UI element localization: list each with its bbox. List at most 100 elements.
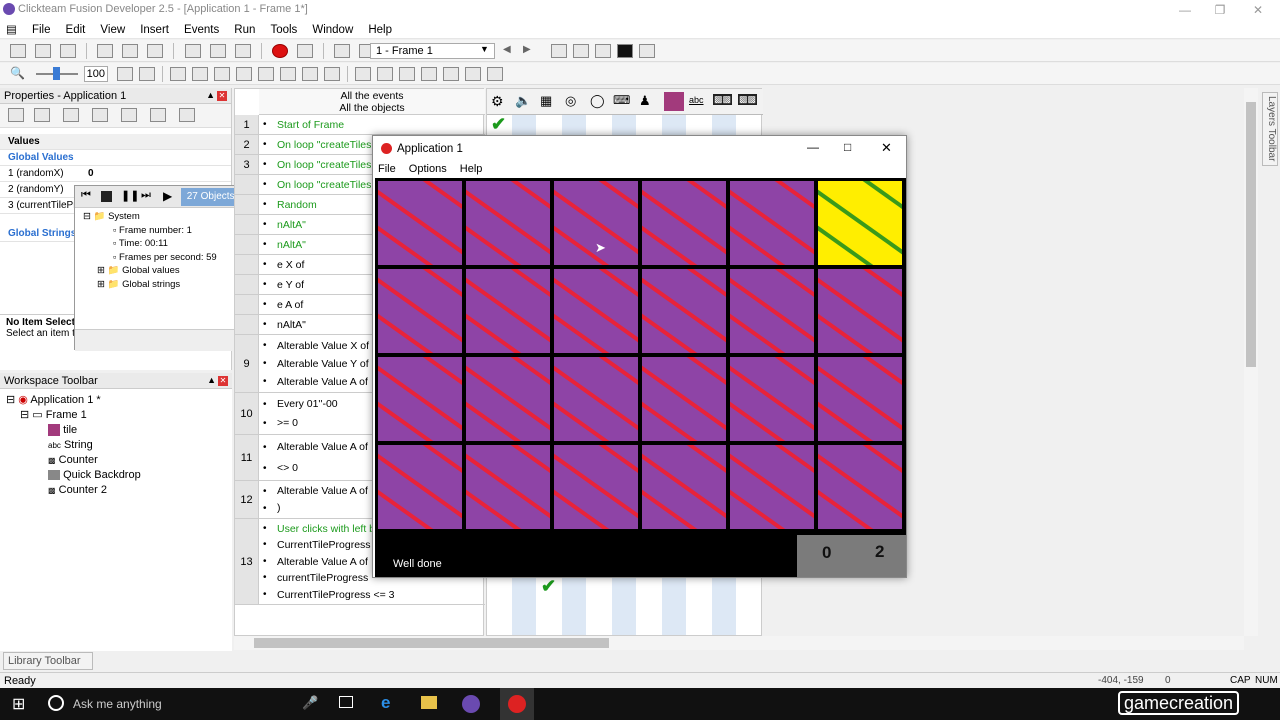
prev-frame-icon[interactable]: ◀ xyxy=(503,44,511,55)
copy-icon[interactable] xyxy=(122,44,139,58)
app-menu-help[interactable]: Help xyxy=(455,160,488,178)
align-bottom-icon[interactable] xyxy=(280,67,296,81)
tree-object[interactable]: tile xyxy=(6,423,226,438)
special-icon[interactable]: ⚙ xyxy=(491,93,504,110)
zoom-input[interactable]: 100 xyxy=(84,66,108,82)
lock-icon[interactable] xyxy=(465,67,481,81)
step-icon[interactable]: ⏭ xyxy=(141,189,151,202)
tile[interactable] xyxy=(730,269,814,353)
redo-icon[interactable] xyxy=(209,44,226,58)
align-right-icon[interactable] xyxy=(214,67,230,81)
task-view-icon[interactable] xyxy=(339,696,353,708)
about-tab-icon[interactable] xyxy=(150,108,167,122)
windows-start-icon[interactable]: ⊞ xyxy=(12,694,25,714)
event-condition[interactable]: Start of Frame xyxy=(277,115,497,135)
storyboard-icon[interactable] xyxy=(333,44,350,58)
tree-leaf[interactable]: ▫ Frame number: 1 xyxy=(83,224,217,238)
minimize-button[interactable]: — xyxy=(1165,0,1205,20)
events-tab-icon[interactable] xyxy=(121,108,138,122)
tile[interactable] xyxy=(378,357,462,441)
horizontal-scrollbar[interactable] xyxy=(234,636,1244,650)
app-menu-file[interactable]: File xyxy=(373,160,401,178)
paste-icon[interactable] xyxy=(147,44,164,58)
timer-icon[interactable]: ◯ xyxy=(590,93,605,109)
tile[interactable] xyxy=(378,181,462,265)
pause-icon[interactable]: ❚❚ xyxy=(121,189,139,202)
tile[interactable] xyxy=(730,445,814,529)
tile[interactable] xyxy=(818,357,902,441)
storyboard-icon[interactable]: ▦ xyxy=(540,93,552,109)
align-top-icon[interactable] xyxy=(236,67,252,81)
close-icon[interactable]: ✕ xyxy=(217,91,227,101)
tile[interactable] xyxy=(554,357,638,441)
search-box[interactable]: Ask me anything xyxy=(73,697,162,711)
tree-object[interactable]: Quick Backdrop xyxy=(6,468,226,483)
tree-frame[interactable]: ⊟ ▭ Frame 1 xyxy=(6,408,226,423)
tree-node[interactable]: ⊟ 📁 System xyxy=(83,210,217,224)
tree-leaf[interactable]: ▫ Frames per second: 59 xyxy=(83,251,217,265)
tile[interactable] xyxy=(466,357,550,441)
active-app-taskbar[interactable] xyxy=(500,688,534,720)
app-menu-options[interactable]: Options xyxy=(404,160,452,178)
create-icon[interactable]: ◎ xyxy=(565,93,576,109)
tile-object-icon[interactable] xyxy=(664,92,684,111)
align-middle-icon[interactable] xyxy=(258,67,274,81)
tree-leaf[interactable]: ▫ Time: 00:11 xyxy=(83,237,217,251)
stop-icon[interactable] xyxy=(101,191,112,202)
zoom-slider-thumb[interactable] xyxy=(53,67,60,80)
player-icon[interactable]: ♟ xyxy=(639,93,651,109)
order-down-icon[interactable] xyxy=(421,67,437,81)
close-icon[interactable]: ✕ xyxy=(218,376,228,386)
restart-icon[interactable]: ⏮ xyxy=(81,189,91,202)
menu-tools[interactable]: Tools xyxy=(264,22,303,38)
counter2-object-icon[interactable]: ▩▩ xyxy=(738,94,758,105)
checkmark-icon[interactable]: ✔ xyxy=(541,576,556,597)
tile[interactable] xyxy=(642,269,726,353)
menu-view[interactable]: View xyxy=(94,22,131,38)
tree-node[interactable]: ⊞ 📁 Global strings xyxy=(83,278,217,292)
pin-icon[interactable]: ▲ xyxy=(207,375,216,385)
tile[interactable] xyxy=(466,181,550,265)
zoom-icon[interactable]: 🔍 xyxy=(10,66,25,80)
menu-events[interactable]: Events xyxy=(178,22,225,38)
help-icon[interactable] xyxy=(234,44,251,58)
system-menu-icon[interactable]: ▤ xyxy=(0,20,23,38)
fusion-icon[interactable] xyxy=(462,695,480,713)
grid-icon[interactable] xyxy=(117,67,133,81)
tile[interactable] xyxy=(818,269,902,353)
undo-icon[interactable] xyxy=(184,44,201,58)
tile[interactable] xyxy=(466,269,550,353)
property-value[interactable]: 0 xyxy=(88,166,94,182)
microphone-icon[interactable]: 🎤 xyxy=(302,695,318,711)
menu-window[interactable]: Window xyxy=(306,22,359,38)
tile[interactable] xyxy=(730,357,814,441)
run-app-icon[interactable] xyxy=(551,44,567,58)
close-button[interactable]: ✕ xyxy=(881,140,892,156)
forward-icon[interactable] xyxy=(296,44,313,58)
group-icon[interactable] xyxy=(487,67,503,81)
tree-object[interactable]: ▩ Counter 2 xyxy=(6,483,226,498)
event-condition[interactable]: CurrentTileProgress <= 3 xyxy=(277,587,497,603)
menu-edit[interactable]: Edit xyxy=(60,22,92,38)
align-left-icon[interactable] xyxy=(170,67,186,81)
tree-object[interactable]: abc String xyxy=(6,438,226,453)
order-up-icon[interactable] xyxy=(399,67,415,81)
tile[interactable] xyxy=(466,445,550,529)
tile[interactable] xyxy=(642,181,726,265)
values-tab-icon[interactable] xyxy=(92,108,109,122)
scroll-thumb[interactable] xyxy=(254,638,609,648)
tile[interactable] xyxy=(378,269,462,353)
save-icon[interactable] xyxy=(60,44,77,58)
tree-object[interactable]: ▩ Counter xyxy=(6,453,226,468)
layer-icon[interactable] xyxy=(443,67,459,81)
play-icon[interactable]: ▶ xyxy=(163,189,172,203)
tile[interactable] xyxy=(642,445,726,529)
settings-tab-icon[interactable] xyxy=(8,108,24,122)
order-back-icon[interactable] xyxy=(377,67,393,81)
cortana-icon[interactable] xyxy=(48,695,64,711)
distribute-v-icon[interactable] xyxy=(324,67,340,81)
tile-highlighted[interactable] xyxy=(818,181,902,265)
tile[interactable] xyxy=(818,445,902,529)
frame-select[interactable]: 1 - Frame 1 xyxy=(370,43,495,59)
library-toolbar-tab[interactable]: Library Toolbar xyxy=(3,652,93,670)
